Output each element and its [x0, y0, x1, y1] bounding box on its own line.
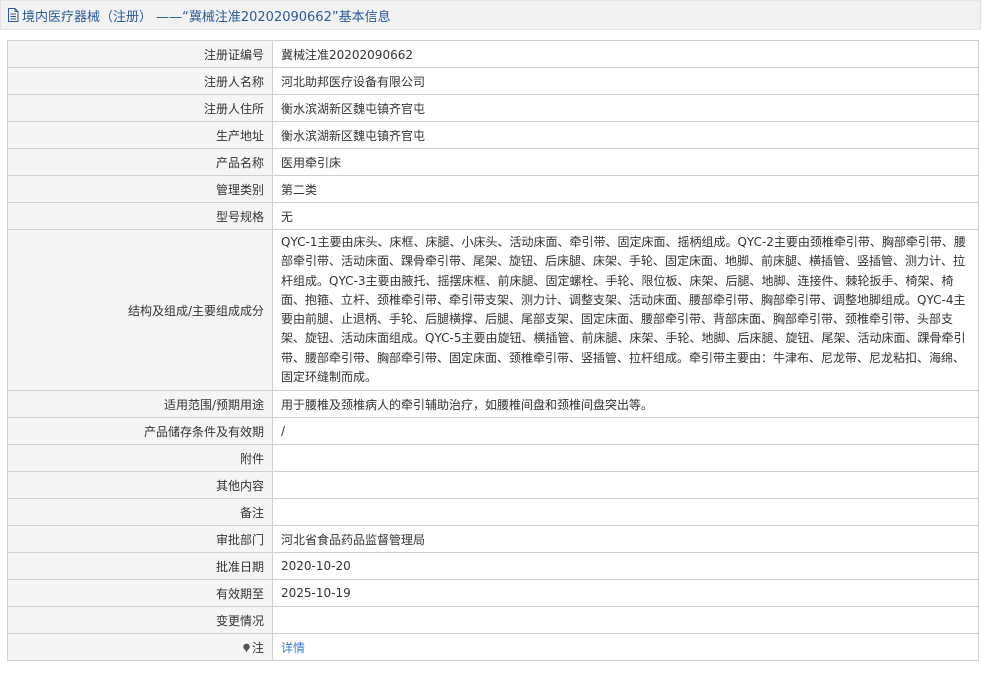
field-label: 审批部门: [7, 525, 273, 554]
table-row: 产品名称 医用牵引床: [7, 148, 979, 176]
table-row: 附件: [7, 444, 979, 473]
field-label: 适用范围/预期用途: [7, 390, 273, 419]
field-value: 冀械注准20202090662: [272, 40, 979, 68]
field-label: 有效期至: [7, 579, 273, 608]
table-row: 有效期至 2025-10-19: [7, 579, 979, 608]
field-value: /: [272, 417, 979, 446]
table-row: 适用范围/预期用途 用于腰椎及颈椎病人的牵引辅助治疗，如腰椎间盘和颈椎间盘突出等…: [7, 390, 979, 419]
table-row: 注册人名称 河北助邦医疗设备有限公司: [7, 67, 979, 95]
field-value: [272, 606, 979, 635]
field-value: [272, 471, 979, 500]
table-row: 型号规格 无: [7, 202, 979, 230]
table-row: 审批部门 河北省食品药品监督管理局: [7, 525, 979, 554]
field-value: 衡水滨湖新区魏屯镇齐官屯: [272, 121, 979, 149]
field-label: 型号规格: [7, 202, 273, 230]
field-value: 河北省食品药品监督管理局: [272, 525, 979, 554]
field-value: 用于腰椎及颈椎病人的牵引辅助治疗，如腰椎间盘和颈椎间盘突出等。: [272, 390, 979, 419]
field-label: 注册人住所: [7, 94, 273, 122]
field-value: 详情: [272, 633, 979, 662]
field-value: QYC-1主要由床头、床框、床腿、小床头、活动床面、牵引带、固定床面、摇柄组成。…: [272, 228, 979, 392]
field-label: 批准日期: [7, 552, 273, 581]
table-row: 管理类别 第二类: [7, 175, 979, 203]
field-label: 结构及组成/主要组成成分: [7, 228, 273, 392]
field-value: 第二类: [272, 175, 979, 203]
field-label: 生产地址: [7, 121, 273, 149]
field-value: 无: [272, 202, 979, 230]
table-row: 备注: [7, 498, 979, 527]
table-row: 批准日期 2020-10-20: [7, 552, 979, 581]
pin-icon: [243, 643, 250, 653]
details-link[interactable]: 详情: [281, 641, 305, 655]
info-table: 注册证编号 冀械注准20202090662 注册人名称 河北助邦医疗设备有限公司…: [7, 40, 979, 662]
field-value: [272, 498, 979, 527]
field-label: 注册证编号: [7, 40, 273, 68]
table-row: 注 详情: [7, 633, 979, 662]
field-label: 备注: [7, 498, 273, 527]
page-title: 境内医疗器械（注册） ——“冀械注准20202090662”基本信息: [22, 9, 391, 25]
table-row: 其他内容: [7, 471, 979, 500]
field-label: 产品名称: [7, 148, 273, 176]
page-header: 境内医疗器械（注册） ——“冀械注准20202090662”基本信息: [0, 0, 981, 30]
field-value: 2020-10-20: [272, 552, 979, 581]
field-label: 产品储存条件及有效期: [7, 417, 273, 446]
note-label-cell: 注: [7, 633, 273, 662]
field-value: 2025-10-19: [272, 579, 979, 608]
field-value: [272, 444, 979, 473]
table-row: 产品储存条件及有效期 /: [7, 417, 979, 446]
table-row: 结构及组成/主要组成成分 QYC-1主要由床头、床框、床腿、小床头、活动床面、牵…: [7, 228, 979, 392]
document-icon: [8, 8, 19, 22]
table-row: 变更情况: [7, 606, 979, 635]
field-label: 注册人名称: [7, 67, 273, 95]
field-value: 医用牵引床: [272, 148, 979, 176]
field-label: 附件: [7, 444, 273, 473]
table-row: 生产地址 衡水滨湖新区魏屯镇齐官屯: [7, 121, 979, 149]
field-label: 其他内容: [7, 471, 273, 500]
field-label: 注: [251, 640, 264, 655]
table-row: 注册证编号 冀械注准20202090662: [7, 40, 979, 68]
table-row: 注册人住所 衡水滨湖新区魏屯镇齐官屯: [7, 94, 979, 122]
field-value: 衡水滨湖新区魏屯镇齐官屯: [272, 94, 979, 122]
field-label: 管理类别: [7, 175, 273, 203]
field-value: 河北助邦医疗设备有限公司: [272, 67, 979, 95]
field-label: 变更情况: [7, 606, 273, 635]
